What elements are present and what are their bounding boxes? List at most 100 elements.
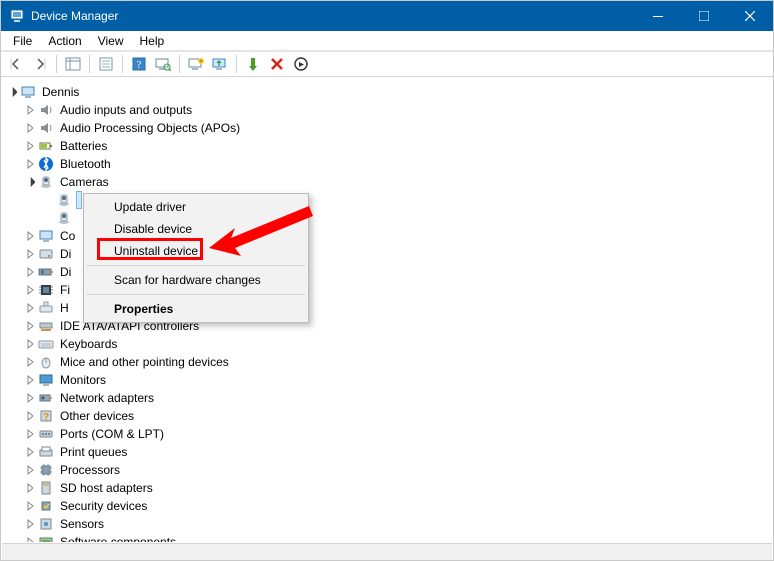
expand-collapse-icon[interactable] [22,408,38,424]
context-menu: Update driverDisable deviceUninstall dev… [83,193,309,323]
properties-button[interactable] [95,53,117,75]
toolbar-separator [233,53,240,75]
category-icon [38,102,54,118]
expand-collapse-icon[interactable] [22,462,38,478]
menu-view[interactable]: View [90,32,132,50]
expand-collapse-icon[interactable] [22,282,38,298]
root-node-label[interactable]: Dennis [40,83,81,101]
toolbar-separator [53,53,60,75]
camera-device-icon [56,210,72,226]
expand-collapse-icon[interactable] [22,120,38,136]
expand-collapse-icon[interactable] [22,426,38,442]
category-icon [38,354,54,370]
context-menu-item[interactable]: Scan for hardware changes [86,269,306,291]
expand-collapse-icon[interactable] [22,138,38,154]
context-menu-item[interactable]: Uninstall device [86,240,306,262]
expand-collapse-icon[interactable] [22,174,38,190]
expand-collapse-icon[interactable] [22,264,38,280]
minimize-button[interactable] [635,1,681,31]
device-manager-icon [9,8,25,24]
device-label[interactable] [76,209,82,227]
category-icon [38,390,54,406]
menu-file[interactable]: File [5,32,40,50]
disable-device-button[interactable] [290,53,312,75]
category-icon [38,174,54,190]
category-label[interactable]: Audio inputs and outputs [58,101,194,119]
context-menu-separator [87,294,305,295]
toolbar: ? [1,51,773,77]
svg-text:?: ? [137,60,142,71]
expand-collapse-icon[interactable] [22,354,38,370]
category-label[interactable]: Ports (COM & LPT) [58,425,166,443]
enable-device-button[interactable] [242,53,264,75]
expand-collapse-icon[interactable] [22,534,38,542]
category-label[interactable]: Audio Processing Objects (APOs) [58,119,242,137]
category-label[interactable]: Keyboards [58,335,119,353]
category-label[interactable]: Security devices [58,497,149,515]
menu-action[interactable]: Action [40,32,89,50]
category-label[interactable]: Other devices [58,407,136,425]
category-icon [38,516,54,532]
back-button[interactable] [5,53,27,75]
category-icon [38,318,54,334]
category-label[interactable]: Cameras [58,173,111,191]
expand-collapse-icon[interactable] [22,390,38,406]
context-menu-item[interactable]: Disable device [86,218,306,240]
category-icon [38,120,54,136]
category-label[interactable]: Sensors [58,515,106,533]
category-label[interactable]: Co [58,227,77,245]
help-button[interactable]: ? [128,53,150,75]
category-label[interactable]: Mice and other pointing devices [58,353,231,371]
expand-collapse-icon[interactable] [22,246,38,262]
category-label[interactable]: Bluetooth [58,155,113,173]
scan-hardware-button[interactable] [152,53,174,75]
expand-collapse-icon[interactable] [22,480,38,496]
show-hide-tree-button[interactable] [62,53,84,75]
add-legacy-hardware-button[interactable] [185,53,207,75]
category-label[interactable]: Print queues [58,443,129,461]
menu-help[interactable]: Help [132,32,173,50]
category-label[interactable]: Processors [58,461,122,479]
category-icon [38,534,54,542]
category-icon [38,426,54,442]
context-menu-item[interactable]: Update driver [86,196,306,218]
expand-collapse-icon[interactable] [22,300,38,316]
status-bar [2,543,772,560]
expand-collapse-icon[interactable] [22,318,38,334]
category-label[interactable]: Di [58,263,73,281]
category-label[interactable]: H [58,299,71,317]
title-bar: Device Manager [1,1,773,31]
category-label[interactable]: Software components [58,533,178,542]
expand-collapse-icon[interactable] [22,228,38,244]
category-icon [38,138,54,154]
expand-collapse-icon[interactable] [22,372,38,388]
menu-bar: File Action View Help [1,31,773,51]
category-icon [38,156,54,172]
update-driver-button[interactable] [209,53,231,75]
maximize-button[interactable] [681,1,727,31]
toolbar-separator [86,53,93,75]
close-button[interactable] [727,1,773,31]
category-icon [38,282,54,298]
category-label[interactable]: SD host adapters [58,479,155,497]
category-icon [38,300,54,316]
uninstall-device-button[interactable] [266,53,288,75]
expand-collapse-icon[interactable] [4,84,20,100]
expand-collapse-icon[interactable] [22,498,38,514]
expand-collapse-icon[interactable] [22,102,38,118]
category-label[interactable]: Network adapters [58,389,156,407]
expand-collapse-icon[interactable] [22,516,38,532]
expand-collapse-icon[interactable] [22,444,38,460]
device-label[interactable] [76,191,82,209]
category-label[interactable]: Monitors [58,371,108,389]
forward-button[interactable] [29,53,51,75]
computer-root-icon [20,84,36,100]
toolbar-separator [176,53,183,75]
expand-collapse-icon[interactable] [22,336,38,352]
category-icon [38,462,54,478]
category-label[interactable]: Batteries [58,137,109,155]
category-label[interactable]: Di [58,245,73,263]
category-label[interactable]: Fi [58,281,72,299]
expand-collapse-icon[interactable] [22,156,38,172]
context-menu-item[interactable]: Properties [86,298,306,320]
